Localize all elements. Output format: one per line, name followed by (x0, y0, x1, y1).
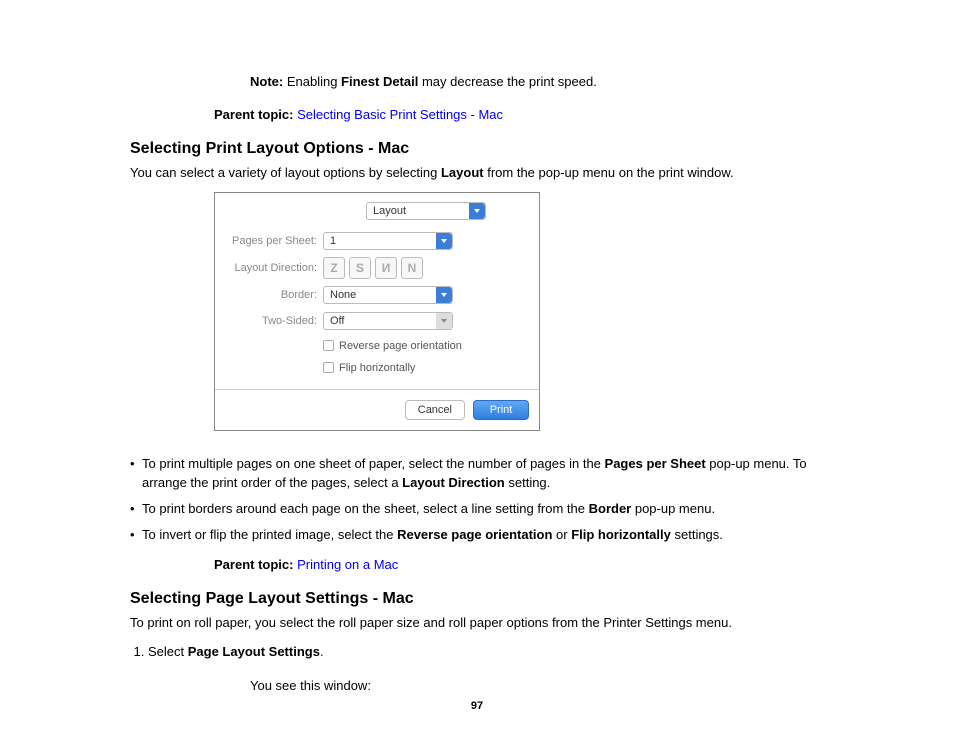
two-sided-label: Two-Sided: (225, 315, 323, 327)
parent-topic-link-1[interactable]: Selecting Basic Print Settings - Mac (297, 107, 503, 122)
layout-direction-group: Z S И N (323, 257, 423, 279)
section-heading-2: Selecting Page Layout Settings - Mac (130, 590, 824, 608)
chevron-down-icon (436, 313, 452, 329)
note-text: Note: Enabling Finest Detail may decreas… (250, 73, 824, 91)
chevron-down-icon (436, 233, 452, 249)
checkbox-icon (323, 362, 334, 373)
two-sided-select[interactable]: Off (323, 312, 453, 330)
cancel-button[interactable]: Cancel (405, 400, 465, 420)
border-value: None (330, 289, 356, 301)
border-label: Border: (225, 289, 323, 301)
section-heading-1: Selecting Print Layout Options - Mac (130, 140, 824, 158)
chevron-down-icon (469, 203, 485, 219)
layout-direction-option[interactable]: Z (323, 257, 345, 279)
bullet-item: To invert or flip the printed image, sel… (130, 526, 824, 544)
print-button[interactable]: Print (473, 400, 529, 420)
parent-topic-1: Parent topic: Selecting Basic Print Sett… (214, 107, 824, 122)
pages-per-sheet-select[interactable]: 1 (323, 232, 453, 250)
layout-direction-option[interactable]: N (401, 257, 423, 279)
flip-horizontally-checkbox[interactable]: Flip horizontally (323, 362, 415, 374)
flip-horizontally-label: Flip horizontally (339, 362, 415, 374)
bullet-item: To print multiple pages on one sheet of … (130, 455, 824, 491)
popup-menu-value: Layout (373, 205, 406, 217)
reverse-orientation-checkbox[interactable]: Reverse page orientation (323, 340, 462, 352)
pages-per-sheet-label: Pages per Sheet: (225, 235, 323, 247)
pages-per-sheet-value: 1 (330, 235, 336, 247)
parent-topic-link-2[interactable]: Printing on a Mac (297, 557, 398, 572)
layout-direction-option[interactable]: S (349, 257, 371, 279)
mac-layout-dialog: Layout Pages per Sheet: 1 Layout Directi… (214, 192, 540, 431)
chevron-down-icon (436, 287, 452, 303)
page-number: 97 (0, 700, 954, 712)
two-sided-value: Off (330, 315, 344, 327)
checkbox-icon (323, 340, 334, 351)
divider (215, 389, 539, 390)
parent-topic-2: Parent topic: Printing on a Mac (214, 557, 824, 572)
step-item: Select Page Layout Settings. (148, 642, 824, 663)
layout-direction-option[interactable]: И (375, 257, 397, 279)
popup-menu-select[interactable]: Layout (366, 202, 486, 220)
section1-intro: You can select a variety of layout optio… (130, 164, 824, 182)
section2-intro: To print on roll paper, you select the r… (130, 614, 824, 632)
bullet-item: To print borders around each page on the… (130, 500, 824, 518)
layout-direction-label: Layout Direction: (225, 262, 323, 274)
reverse-orientation-label: Reverse page orientation (339, 340, 462, 352)
border-select[interactable]: None (323, 286, 453, 304)
step-followup: You see this window: (250, 676, 824, 696)
